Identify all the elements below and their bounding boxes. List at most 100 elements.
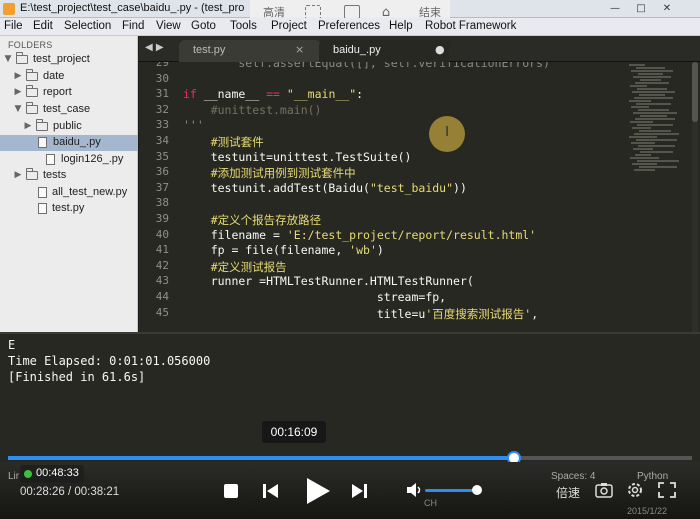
line-number: 45 [155,305,169,319]
menu-preferences[interactable]: Preferences [318,20,380,32]
minimap[interactable] [629,64,689,174]
code-line[interactable]: #定义测试报告 [183,259,287,275]
tree-item-label: test_case [43,103,91,115]
code-line[interactable]: if __name__ == "__main__": [183,87,363,101]
code-line[interactable]: stream=fp, [183,290,446,304]
tree-item-label: all_test_new.py [52,186,128,198]
screenshot-icon[interactable] [595,482,613,498]
line-number: 30 [155,71,169,85]
time-display: 00:28:26 / 00:38:21 [20,486,119,498]
expanded-arrow-icon[interactable]: ▼ [3,54,13,64]
minimap-line [638,73,663,75]
next-icon[interactable] [350,482,368,500]
previous-icon[interactable] [262,482,280,500]
code-line[interactable]: self.assertEqual([], self.verificationEr… [183,62,550,70]
code-line[interactable]: #unittest.main() [183,103,322,117]
minimap-line [632,163,657,165]
code-line[interactable]: testunit=unittest.TestSuite() [183,150,412,164]
minimap-line [630,121,653,123]
code-line[interactable]: testunit.addTest(Baidu("test_baidu")) [183,181,467,195]
code-line[interactable]: fp = file(filename, 'wb') [183,243,384,257]
code-line[interactable]: ''' [183,118,204,132]
tree-item-label: tests [43,169,67,181]
line-number: 31 [155,87,169,101]
file-icon [38,137,47,148]
code-line[interactable]: #定义个报告存放路径 [183,212,321,228]
window-title: E:\test_project\test_case\baidu_.py - (t… [20,2,245,14]
code-editor[interactable]: 29 30 31 32 33 34 35 36 37 38 39 40 41 42 43 44 45 self.… [139,62,700,332]
tree-item-tests[interactable]: ▶ tests [0,168,138,184]
seek-time-tooltip: 00:16:09 [262,421,326,443]
play-icon[interactable] [302,476,332,506]
tree-item-baidu-py[interactable]: baidu_.py [0,135,138,151]
collapsed-arrow-icon[interactable]: ▶ [23,121,33,131]
menu-goto[interactable]: Goto [191,20,216,32]
tree-item-test-project[interactable]: ▼ test_project [0,52,138,68]
volume-slider[interactable] [425,489,478,492]
close-icon[interactable]: × [295,43,304,56]
tab-nav-arrows[interactable]: ◀ ▶ [145,42,164,53]
minimap-line [638,109,669,111]
expanded-arrow-icon[interactable]: ▼ [13,104,23,114]
region-select-icon[interactable] [305,5,321,19]
minimize-button[interactable]: — [604,0,626,18]
tree-item-report[interactable]: ▶ report [0,85,138,101]
collapsed-arrow-icon[interactable]: ▶ [13,71,23,81]
tree-item-test-case[interactable]: ▼ test_case [0,102,138,118]
line-number: 32 [155,102,169,116]
code-line[interactable]: filename = 'E:/test_project/report/resul… [183,228,536,242]
status-spaces[interactable]: Spaces: 4 [551,471,595,482]
tab-baidu-py[interactable]: baidu_.py ● [319,40,449,62]
tab-label: baidu_.py [333,44,381,56]
minimap-line [634,97,673,99]
menu-selection[interactable]: Selection [64,20,111,32]
close-button[interactable]: ✕ [656,0,678,18]
code-line[interactable]: runner =HTMLTestRunner.HTMLTestRunner( [183,274,474,288]
file-icon [46,154,55,165]
menu-edit[interactable]: Edit [33,20,53,32]
tree-item-all-test-new-py[interactable]: all_test_new.py [0,185,138,201]
minimap-line [633,112,677,114]
minimap-line [636,67,665,69]
menu-robot-framework[interactable]: Robot Framework [425,20,516,32]
maximize-button[interactable]: □ [630,0,652,18]
tree-item-login126-py[interactable]: login126_.py [0,152,138,168]
tab-test-py[interactable]: test.py × [179,40,321,62]
menu-view[interactable]: View [156,20,181,32]
fullscreen-icon[interactable] [658,482,676,498]
editor-scrollbar[interactable] [692,62,698,332]
minimap-line [630,85,647,87]
minimap-line [639,94,665,96]
menu-find[interactable]: Find [122,20,144,32]
menu-help[interactable]: Help [389,20,413,32]
settings-icon[interactable] [626,481,644,499]
tree-item-date[interactable]: ▶ date [0,69,138,85]
volume-icon[interactable] [406,482,422,498]
code-line[interactable]: title=u'百度搜索测试报告', [183,306,538,322]
window-icon[interactable] [344,5,360,19]
progress-bar[interactable] [8,451,692,465]
collapsed-arrow-icon[interactable]: ▶ [13,87,23,97]
line-number: 33 [155,118,169,132]
tree-item-test-py[interactable]: test.py [0,201,138,217]
line-number: 37 [155,180,169,194]
code-line[interactable]: #添加测试用例到测试套件中 [183,165,356,181]
sidebar-header: FOLDERS [8,40,53,50]
minimap-line [632,127,651,129]
stop-icon[interactable] [224,484,238,498]
code-line[interactable]: #测试套件 [183,134,264,150]
speed-button[interactable]: 倍速 [556,484,580,501]
minimap-line [629,64,645,66]
minimap-line [631,106,649,108]
tree-item-public[interactable]: ▶ public [0,119,138,135]
unsaved-dot-icon[interactable]: ● [435,43,445,56]
folder-icon [36,119,48,131]
menu-file[interactable]: File [4,20,23,32]
collapsed-arrow-icon[interactable]: ▶ [13,170,23,180]
minimap-line [636,139,677,141]
menu-project[interactable]: Project [271,20,307,32]
line-number-gutter: 29 30 31 32 33 34 35 36 37 38 39 40 41 42 43 44 45 [139,62,181,332]
folder-icon [26,69,38,81]
scrollbar-thumb[interactable] [692,62,698,122]
menu-tools[interactable]: Tools [230,20,257,32]
